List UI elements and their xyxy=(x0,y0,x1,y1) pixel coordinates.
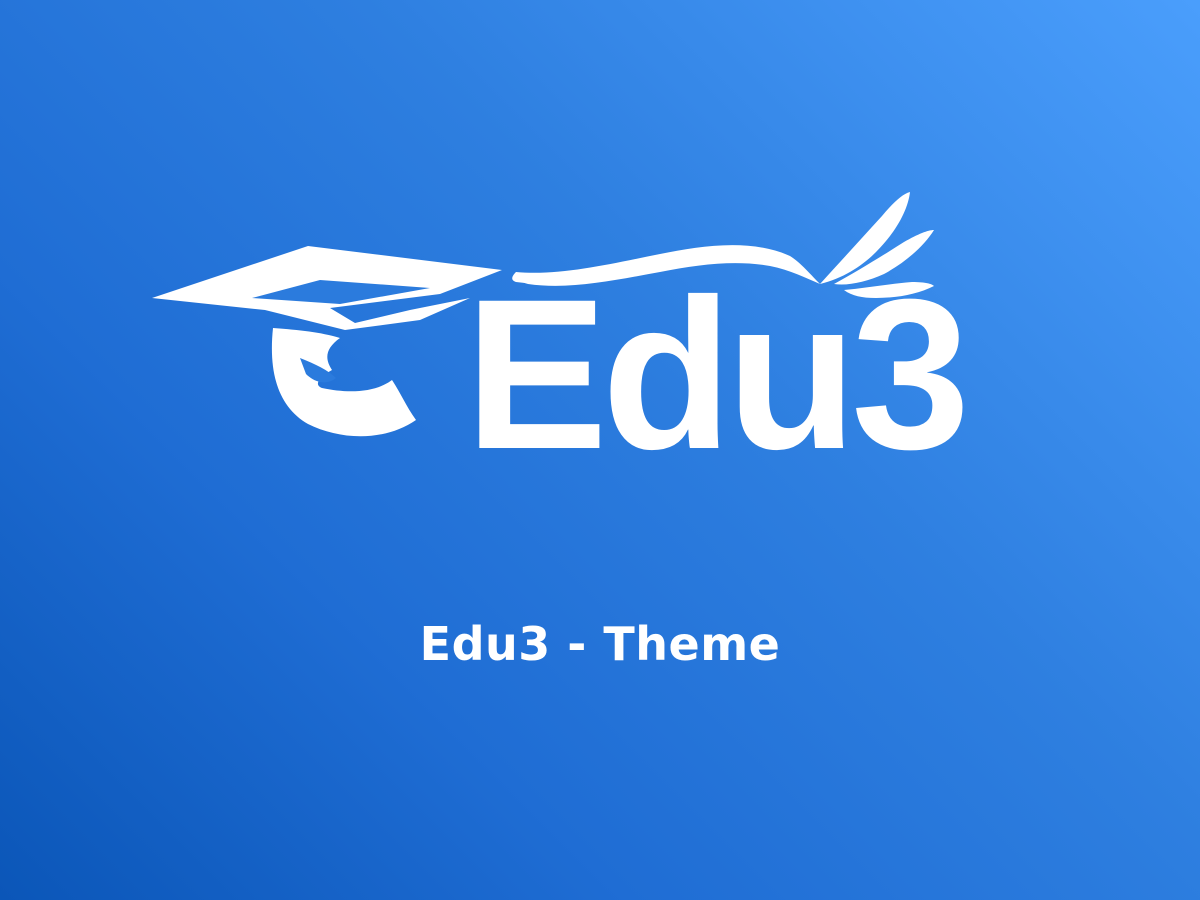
theme-subtitle: Edu3 - Theme xyxy=(419,617,781,671)
logo-wordmark: Edu3 xyxy=(465,255,970,494)
theme-cover: Edu3 Edu3 - Theme xyxy=(0,0,1200,900)
edu3-logo: Edu3 xyxy=(140,180,1060,500)
